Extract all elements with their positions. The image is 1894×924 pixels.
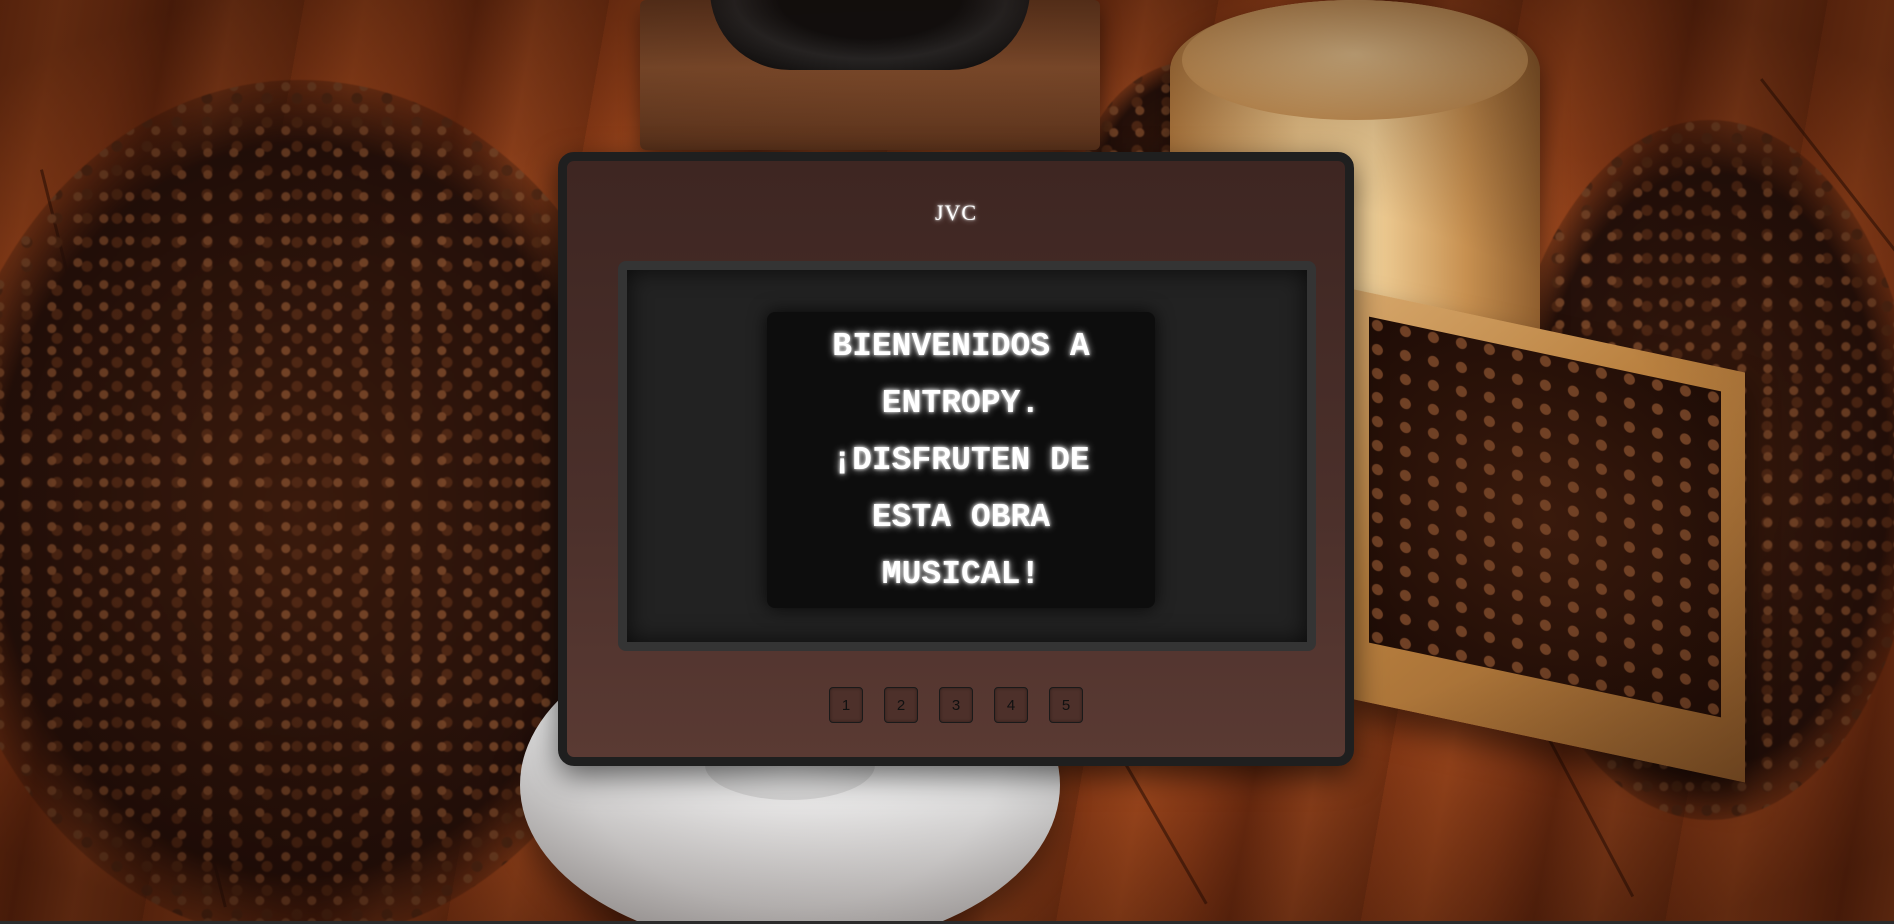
coffee-grinder <box>640 0 1100 150</box>
plank-seam <box>1760 78 1894 411</box>
tv-brand-logo: JVC <box>934 200 978 225</box>
plank-seam <box>40 169 227 908</box>
coffee-beans-pile <box>1500 120 1894 820</box>
tv-message-panel: BIENVENIDOS A ENTROPY. ¡DISFRUTEN DE EST… <box>767 312 1155 608</box>
channel-button-4[interactable]: 4 <box>994 687 1028 723</box>
channel-button-1[interactable]: 1 <box>829 687 863 723</box>
retro-tv: JVC BIENVENIDOS A ENTROPY. ¡DISFRUTEN DE… <box>558 152 1354 766</box>
plank-seam <box>1500 648 1635 898</box>
tv-channel-buttons: 1 2 3 4 5 <box>567 687 1345 723</box>
channel-button-5[interactable]: 5 <box>1049 687 1083 723</box>
tv-screen: BIENVENIDOS A ENTROPY. ¡DISFRUTEN DE EST… <box>618 261 1316 651</box>
channel-button-2[interactable]: 2 <box>884 687 918 723</box>
wooden-drawer-with-beans <box>1345 287 1745 783</box>
tv-welcome-message: BIENVENIDOS A ENTROPY. ¡DISFRUTEN DE EST… <box>832 327 1090 593</box>
channel-button-3[interactable]: 3 <box>939 687 973 723</box>
